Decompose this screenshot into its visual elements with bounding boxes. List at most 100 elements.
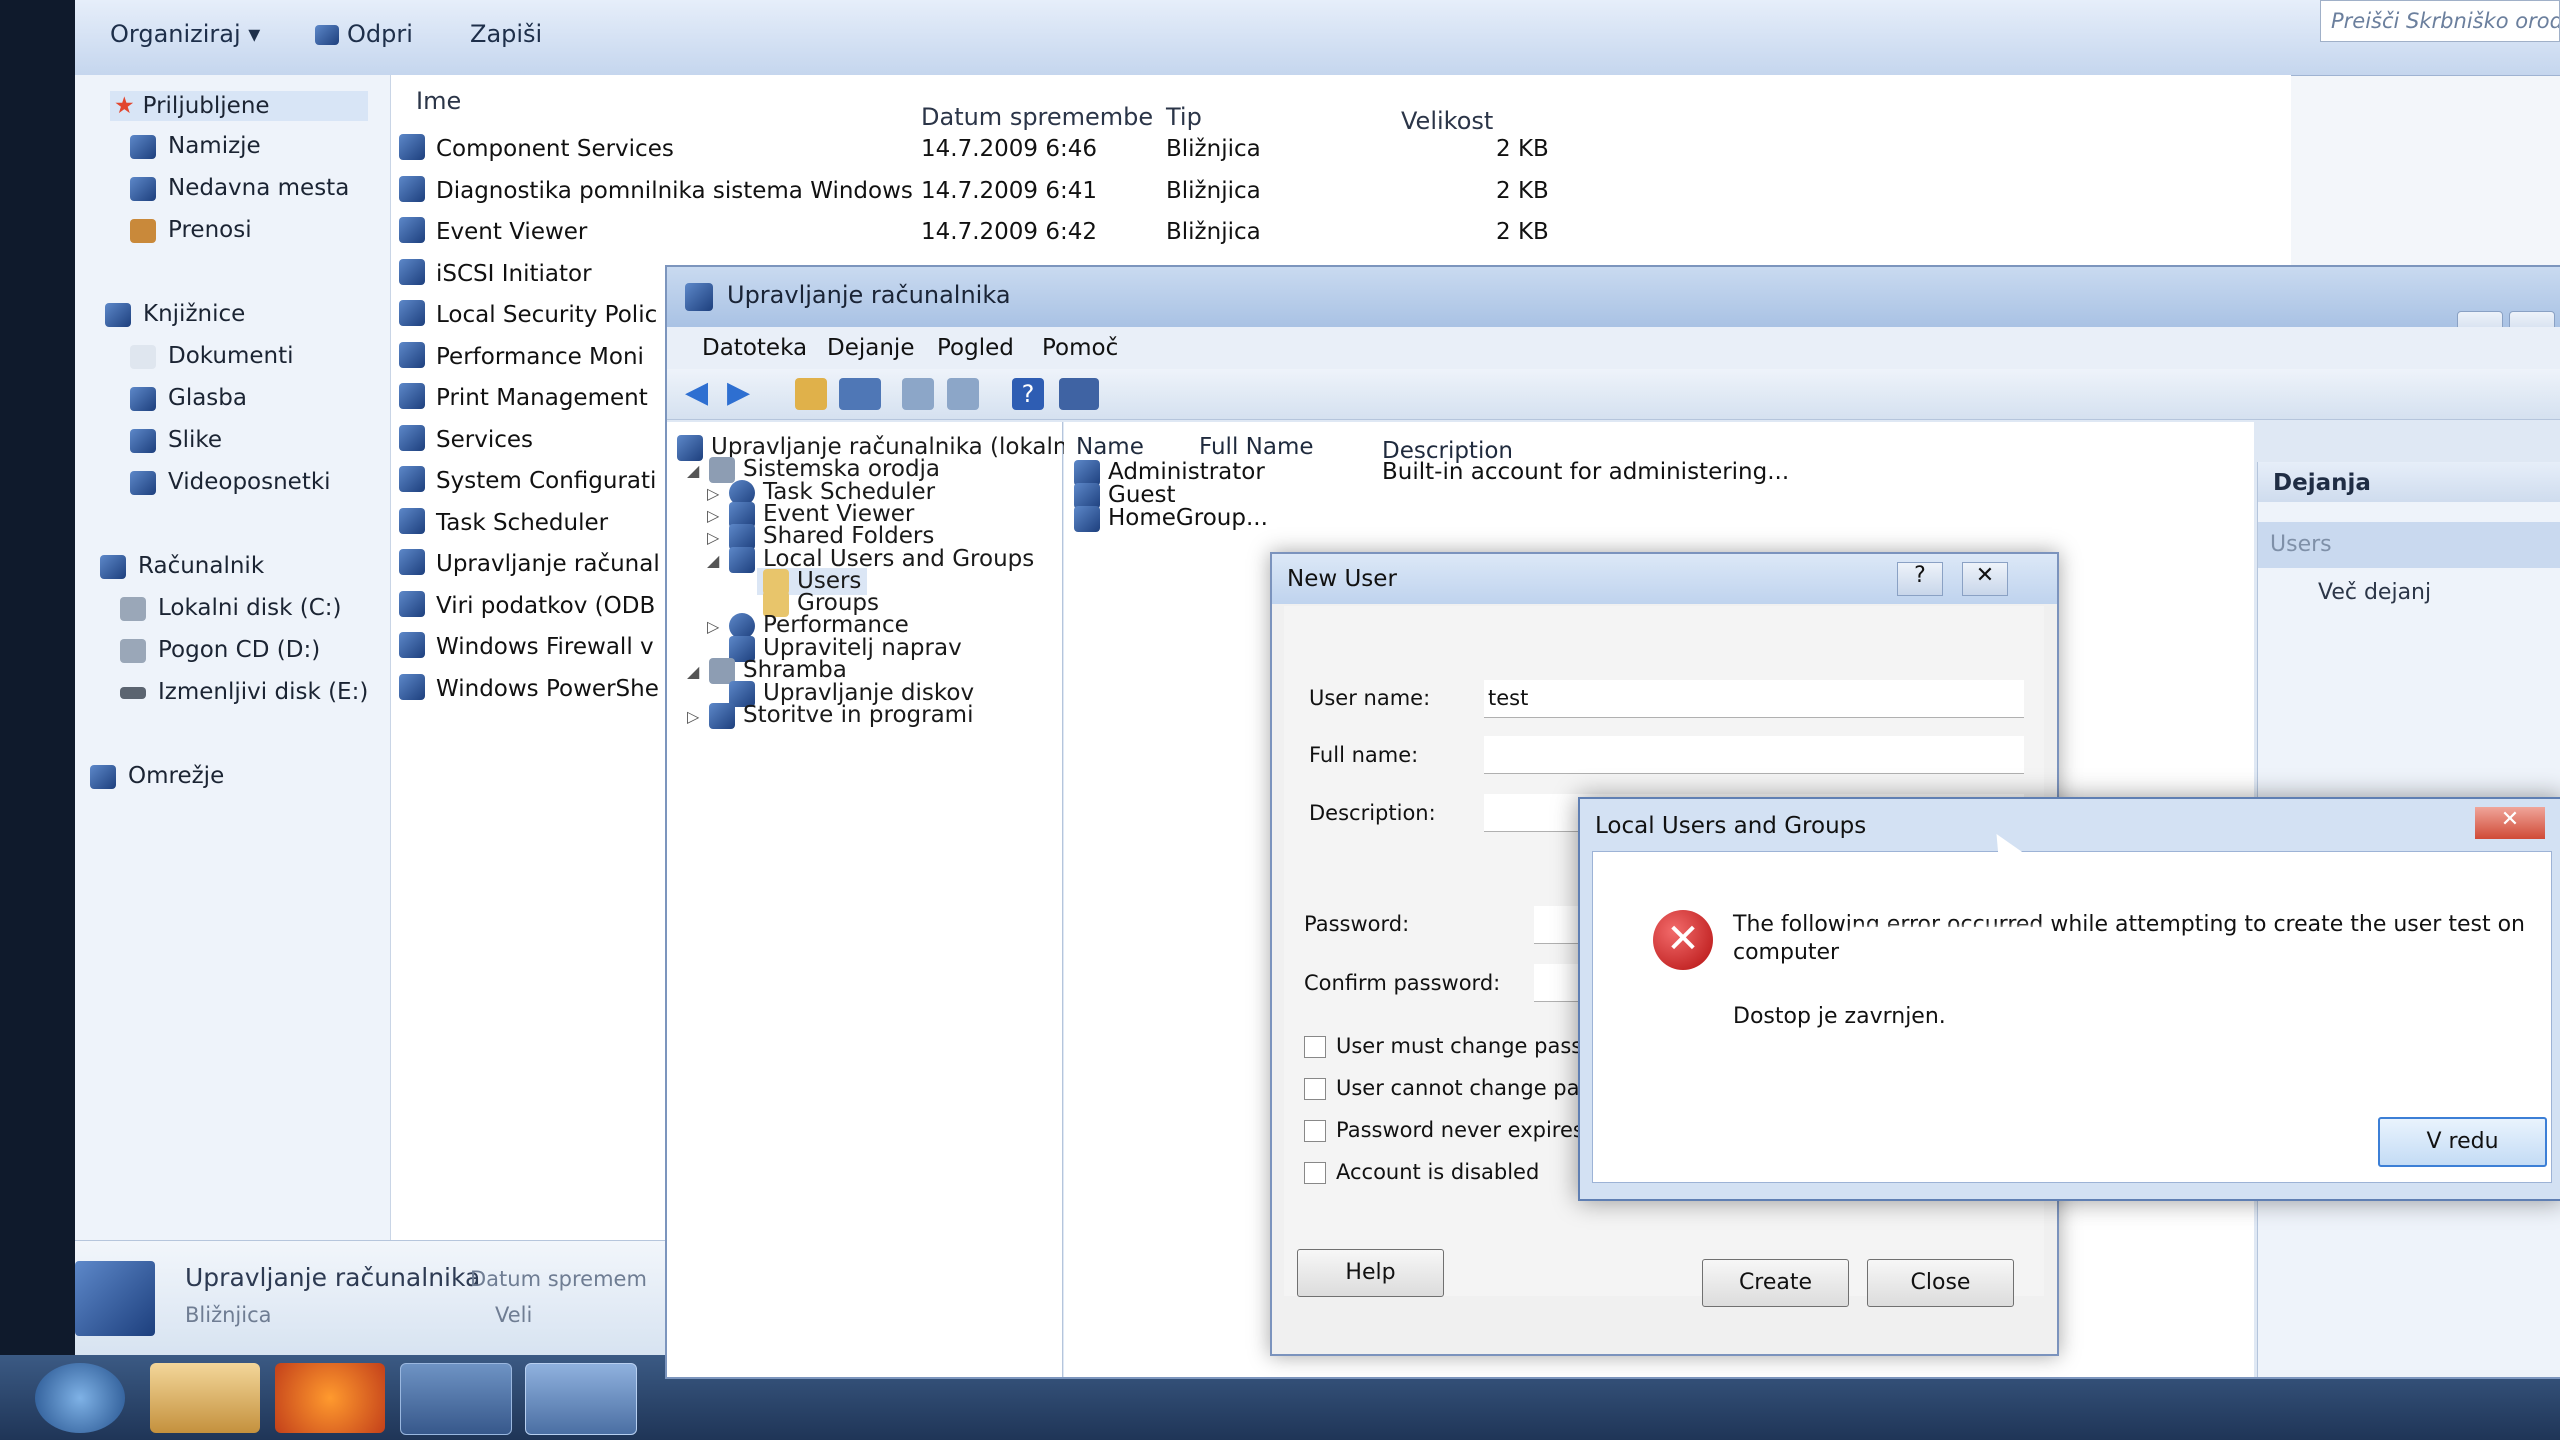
hard-disk-icon [120,596,146,621]
nav-desktop[interactable]: Namizje [130,133,261,159]
column-header-date[interactable]: Datum spremembe [921,103,1153,131]
control-panel-taskbar-icon[interactable] [400,1363,512,1435]
file-row[interactable]: Diagnostika pomnilnika sistema Windows 14… [391,172,2291,212]
nav-disk-c[interactable]: Lokalni disk (C:) [120,595,342,621]
libraries-icon [105,302,131,327]
nav-favorites[interactable]: ★ Priljubljene [110,91,368,121]
burn-button[interactable]: Zapiši [470,20,542,48]
nav-music[interactable]: Glasba [130,385,247,411]
file-date: 14.7.2009 6:41 [921,177,1098,204]
tree-services-apps[interactable]: ▷ Storitve in programi [687,702,973,729]
nav-libraries[interactable]: Knjižnice [105,301,245,327]
nav-videos[interactable]: Videoposnetki [130,469,331,495]
cannot-change-password-checkbox[interactable]: User cannot change pass [1304,1076,1601,1100]
organize-button[interactable]: Organiziraj ▾ [110,20,260,48]
menu-help[interactable]: Pomoč [1042,335,1118,361]
removable-disk-icon [120,686,146,699]
username-field[interactable]: test [1484,680,2024,718]
nav-documents[interactable]: Dokumenti [130,343,294,369]
cm-menu-bar: Datoteka Dejanje Pogled Pomoč [667,327,2560,369]
help-icon[interactable]: ? [1897,562,1943,596]
column-header-full-name[interactable]: Full Name [1199,434,1314,460]
recent-places-icon [130,176,156,201]
must-change-password-checkbox[interactable]: User must change passwo [1304,1034,1612,1058]
column-header-name[interactable]: Ime [416,87,461,115]
documents-icon [130,344,156,369]
file-type: Bližnjica [1166,136,1261,162]
expand-icon: ▷ [687,707,700,726]
create-button[interactable]: Create [1702,1259,1849,1307]
ok-button[interactable]: V redu [2378,1117,2547,1167]
export-list-icon[interactable] [947,378,979,410]
explorer-taskbar-icon[interactable] [150,1363,260,1433]
users-group-icon [729,546,755,573]
help-button[interactable]: Help [1297,1249,1444,1297]
firefox-taskbar-icon[interactable] [275,1363,385,1433]
menu-file[interactable]: Datoteka [702,335,807,361]
description-label: Description: [1309,801,1436,825]
nav-pictures[interactable]: Slike [130,427,222,453]
close-icon[interactable]: ✕ [2475,807,2545,839]
forward-icon[interactable]: ▶ [727,378,759,410]
refresh-icon[interactable] [902,378,934,410]
user-name: HomeGroup... [1108,505,1268,531]
more-actions-link[interactable]: Več dejanj [2318,580,2431,605]
open-icon [315,25,339,45]
file-type: Bližnjica [1166,219,1261,245]
shortcut-icon [399,632,425,658]
new-user-title-bar: New User ? ✕ [1272,554,2057,604]
show-hide-action-pane-icon[interactable] [1059,378,1099,410]
open-label: Odpri [347,20,413,48]
file-row[interactable]: Component Services 14.7.2009 6:46 Bližnjic… [391,130,2291,170]
account-disabled-checkbox[interactable]: Account is disabled [1304,1160,1539,1184]
file-size: 2 KB [1496,136,1549,162]
column-header-type[interactable]: Tip [1166,103,1202,131]
up-folder-icon[interactable] [795,378,827,410]
cm-title-bar: Upravljanje računalnika [667,267,2560,341]
file-date: 14.7.2009 6:42 [921,219,1098,245]
nav-network[interactable]: Omrežje [90,763,224,789]
list-item[interactable]: HomeGroup... [1074,505,1268,532]
open-button[interactable]: Odpri [315,20,413,48]
file-name: Windows PowerShe [436,675,659,702]
downloads-icon [130,218,156,243]
back-icon[interactable]: ◀ [685,378,717,410]
shortcut-icon [399,217,425,243]
start-button[interactable] [35,1363,125,1433]
star-icon: ★ [114,93,135,119]
computer-management-taskbar-icon[interactable] [525,1363,637,1435]
file-name: Component Services [436,136,674,162]
fullname-field[interactable] [1484,736,2024,774]
show-hide-tree-icon[interactable] [839,378,881,410]
menu-action[interactable]: Dejanje [827,335,914,361]
shortcut-icon [399,507,425,534]
file-size: 2 KB [1496,177,1549,204]
file-row[interactable]: Event Viewer 14.7.2009 6:42 Bližnjica 2 KB [391,213,2291,253]
computer-icon [100,554,126,579]
expand-icon: ▷ [707,528,720,547]
close-icon[interactable]: ✕ [1962,562,2008,596]
search-input[interactable]: Preišči Skrbniško orodja [2320,0,2560,42]
explorer-toolbar: Organiziraj ▾ Odpri Zapiši Preišči Skrbn… [75,0,2560,76]
shortcut-icon [399,590,425,617]
error-message-line2: computer [1733,940,1840,965]
nav-computer[interactable]: Računalnik [100,553,264,579]
error-body: ✕ The following error occurred while att… [1592,851,2552,1183]
nav-disk-d[interactable]: Pogon CD (D:) [120,637,320,663]
nav-downloads[interactable]: Prenosi [130,217,252,243]
menu-view[interactable]: Pogled [937,335,1014,361]
cm-window-title: Upravljanje računalnika [727,281,1011,309]
column-header-name[interactable]: Name [1076,434,1144,460]
file-name: Local Security Polic [436,302,658,328]
nav-disk-e[interactable]: Izmenljivi disk (E:) [120,679,368,705]
services-icon [709,702,735,729]
password-never-expires-checkbox[interactable]: Password never expires [1304,1118,1584,1142]
actions-users-section[interactable]: Users [2258,522,2560,568]
cm-toolbar: ◀ ▶ ? [667,369,2560,420]
cd-drive-icon [120,638,146,663]
computer-management-icon [685,283,713,311]
nav-recent[interactable]: Nedavna mesta [130,175,349,201]
close-button[interactable]: Close [1867,1259,2014,1307]
error-icon: ✕ [1653,910,1713,970]
help-icon[interactable]: ? [1012,378,1044,410]
